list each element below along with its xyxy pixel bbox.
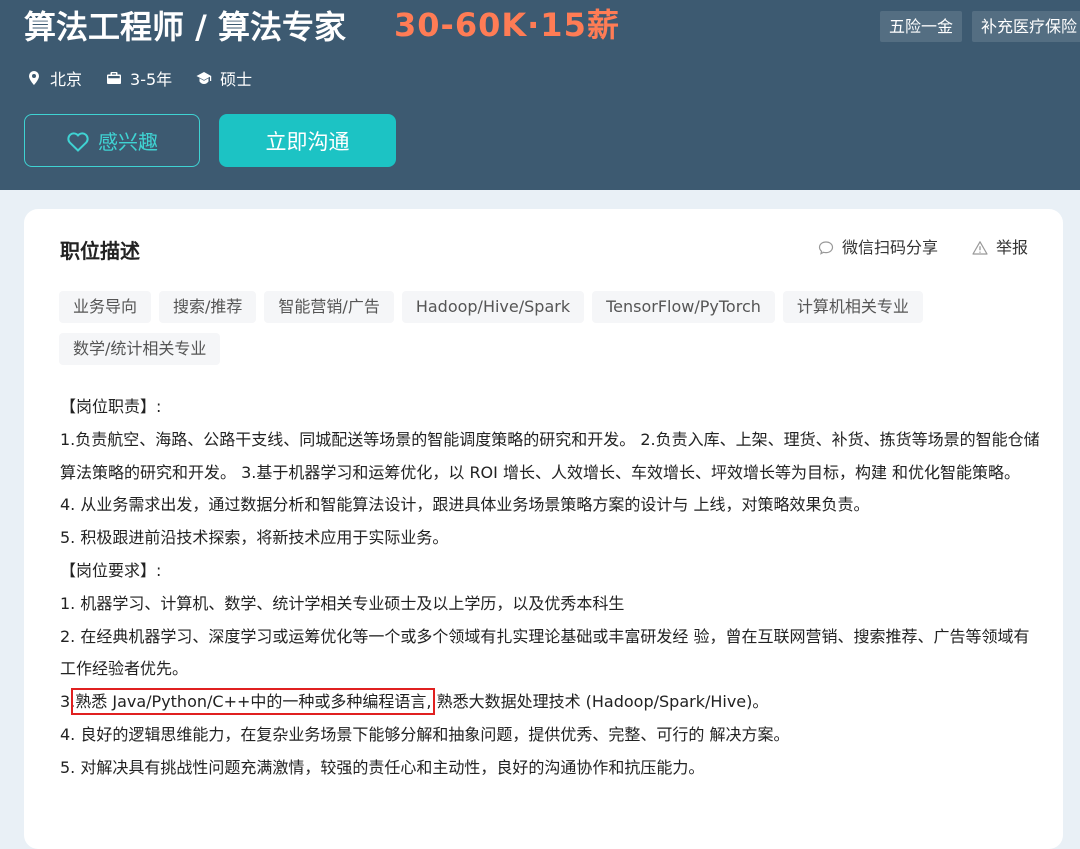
skill-tag: 智能营销/广告	[264, 291, 394, 323]
description-line: 4. 良好的逻辑思维能力，在复杂业务场景下能够分解和抽象问题，提供优秀、完整、可…	[60, 724, 790, 744]
benefit-tag: 五险一金	[880, 11, 963, 42]
skill-tag: 业务导向	[59, 291, 152, 323]
job-title: 算法工程师 / 算法专家	[24, 8, 346, 46]
job-description-card: 职位描述 微信扫码分享 举报 业务导向 搜索/推荐 智能营销/广告 Hadoop…	[24, 209, 1063, 849]
job-description-text: 【岗位职责】: 1.负责航空、海路、公路干支线、同城配送等场景的智能调度策略的研…	[60, 391, 1040, 785]
interest-button[interactable]: 感兴趣	[24, 114, 200, 167]
benefit-tag: 补充医疗保险	[972, 11, 1080, 42]
description-line: 【岗位要求】:	[60, 560, 162, 580]
chat-label: 立即沟通	[265, 129, 350, 154]
graduation-cap-icon	[196, 72, 212, 84]
card-actions: 微信扫码分享 举报	[818, 236, 1028, 260]
highlighted-text: 熟悉 Java/Python/C++中的一种或多种编程语言,	[71, 688, 436, 716]
skill-tags: 业务导向 搜索/推荐 智能营销/广告 Hadoop/Hive/Spark Ten…	[59, 291, 959, 365]
chat-button[interactable]: 立即沟通	[219, 114, 396, 167]
report-label: 举报	[995, 238, 1028, 257]
skill-tag: 计算机相关专业	[782, 291, 923, 323]
skill-tag: 数学/统计相关专业	[59, 333, 221, 365]
degree-text: 硕士	[220, 70, 253, 89]
description-line: 1.负责航空、海路、公路干支线、同城配送等场景的智能调度策略的研究和开发。 2.…	[60, 429, 1040, 482]
experience-text: 3-5年	[130, 70, 173, 89]
section-title: 职位描述	[60, 239, 140, 263]
description-line: 4. 从业务需求出发，通过数据分析和智能算法设计，跟进具体业务场景策略方案的设计…	[60, 495, 870, 515]
description-line: 2. 在经典机器学习、深度学习或运筹优化等一个或多个领域有扎实理论基础或丰富研发…	[60, 626, 1030, 679]
meta-degree: 硕士	[196, 66, 252, 90]
benefit-tags: 五险一金 补充医疗保险	[880, 11, 1080, 42]
description-line: 5. 对解决具有挑战性问题充满激情，较强的责任心和主动性，良好的沟通协作和抗压能…	[60, 757, 705, 777]
line-suffix: 熟悉大数据处理技术 (Hadoop/Spark/Hive)。	[436, 692, 769, 712]
skill-tag: TensorFlow/PyTorch	[592, 291, 775, 323]
job-meta: 北京 3-5年 硕士	[26, 66, 276, 90]
chat-bubble-icon	[818, 241, 834, 255]
line-prefix: 3.	[60, 692, 76, 712]
skill-tag: 搜索/推荐	[159, 291, 257, 323]
location-text: 北京	[50, 70, 83, 89]
description-line: 3.熟悉 Java/Python/C++中的一种或多种编程语言, 熟悉大数据处理…	[60, 686, 1040, 719]
description-line: 1. 机器学习、计算机、数学、统计学相关专业硕士及以上学历，以及优秀本科生	[60, 593, 625, 613]
location-pin-icon	[29, 71, 39, 85]
meta-experience: 3-5年	[106, 66, 172, 90]
warning-icon	[972, 241, 988, 255]
briefcase-icon	[107, 72, 122, 84]
skill-tag: Hadoop/Hive/Spark	[401, 291, 585, 323]
salary: 30-60K·15薪	[394, 6, 620, 44]
description-line: 5. 积极跟进前沿技术探索，将新技术应用于实际业务。	[60, 528, 449, 548]
share-button[interactable]: 微信扫码分享	[818, 236, 938, 260]
share-label: 微信扫码分享	[841, 238, 938, 257]
job-header: 算法工程师 / 算法专家 30-60K·15薪 五险一金 补充医疗保险 北京 3…	[0, 0, 1080, 190]
interest-label: 感兴趣	[98, 130, 158, 154]
report-button[interactable]: 举报	[972, 236, 1028, 260]
heart-icon	[67, 131, 89, 152]
meta-location: 北京	[26, 66, 82, 90]
description-line: 【岗位职责】:	[60, 397, 162, 416]
